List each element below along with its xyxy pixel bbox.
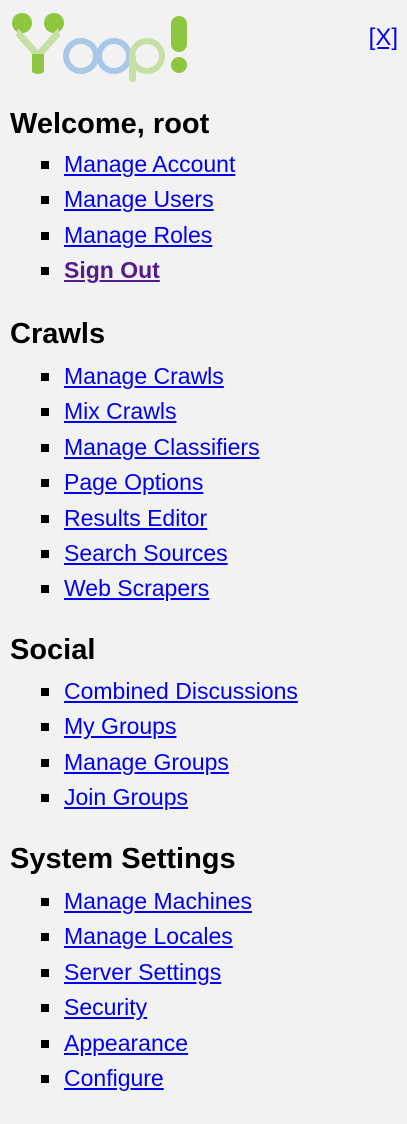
menu-item: Results Editor xyxy=(0,501,260,536)
bullet-icon xyxy=(41,1004,49,1013)
server-settings-link[interactable]: Server Settings xyxy=(64,959,221,985)
sign-out-link[interactable]: Sign Out xyxy=(64,257,160,283)
bullet-icon xyxy=(41,549,49,558)
manage-classifiers-link[interactable]: Manage Classifiers xyxy=(64,434,260,460)
search-sources-link[interactable]: Search Sources xyxy=(64,540,228,566)
menu-item: Mix Crawls xyxy=(0,394,260,429)
join-groups-link[interactable]: Join Groups xyxy=(64,784,188,810)
crawls-menu-list: Manage Crawls Mix Crawls Manage Classifi… xyxy=(0,359,260,607)
security-link[interactable]: Security xyxy=(64,994,147,1020)
bullet-icon xyxy=(41,408,49,417)
manage-groups-link[interactable]: Manage Groups xyxy=(64,749,229,775)
menu-item: Manage Groups xyxy=(0,745,298,780)
bullet-icon xyxy=(41,688,49,696)
admin-menu-panel: [X] Welcome, root Manage Account Manage … xyxy=(0,0,407,1124)
menu-item: Manage Locales xyxy=(0,919,252,954)
section-heading-social: Social xyxy=(10,634,96,666)
manage-locales-link[interactable]: Manage Locales xyxy=(64,923,233,949)
menu-item: Page Options xyxy=(0,465,260,500)
section-heading-crawls: Crawls xyxy=(10,318,106,350)
bullet-icon xyxy=(41,1039,49,1048)
section-heading-welcome: Welcome, root xyxy=(10,108,210,140)
section-heading-system-settings: System Settings xyxy=(10,843,236,875)
menu-item: Manage Roles xyxy=(0,218,235,253)
bullet-icon xyxy=(41,373,49,381)
combined-discussions-link[interactable]: Combined Discussions xyxy=(64,678,298,704)
bullet-icon xyxy=(41,443,49,452)
bullet-icon xyxy=(41,161,49,169)
menu-item: Configure xyxy=(0,1061,252,1096)
menu-item: Server Settings xyxy=(0,955,252,990)
my-groups-link[interactable]: My Groups xyxy=(64,713,176,739)
menu-item: Manage Classifiers xyxy=(0,430,260,465)
bullet-icon xyxy=(41,933,49,942)
mix-crawls-link[interactable]: Mix Crawls xyxy=(64,398,176,424)
menu-item: Manage Machines xyxy=(0,884,252,919)
menu-item: Search Sources xyxy=(0,536,260,571)
bullet-icon xyxy=(41,758,49,767)
menu-item: Manage Users xyxy=(0,182,235,217)
web-scrapers-link[interactable]: Web Scrapers xyxy=(64,575,209,601)
menu-item: Sign Out xyxy=(0,253,235,288)
menu-item: My Groups xyxy=(0,709,298,744)
menu-item: Join Groups xyxy=(0,780,298,815)
system-settings-menu-list: Manage Machines Manage Locales Server Se… xyxy=(0,884,252,1096)
bullet-icon xyxy=(41,723,49,732)
bullet-icon xyxy=(41,267,49,276)
social-menu-list: Combined Discussions My Groups Manage Gr… xyxy=(0,674,298,816)
bullet-icon xyxy=(41,968,49,977)
menu-item: Manage Account xyxy=(0,147,235,182)
bullet-icon xyxy=(41,479,49,488)
bullet-icon xyxy=(41,196,49,205)
bullet-icon xyxy=(41,898,49,906)
menu-item: Web Scrapers xyxy=(0,571,260,606)
account-menu-list: Manage Account Manage Users Manage Roles… xyxy=(0,147,235,289)
results-editor-link[interactable]: Results Editor xyxy=(64,505,207,531)
page-options-link[interactable]: Page Options xyxy=(64,469,203,495)
bullet-icon xyxy=(41,585,49,594)
bullet-icon xyxy=(41,1074,49,1083)
manage-machines-link[interactable]: Manage Machines xyxy=(64,888,252,914)
manage-account-link[interactable]: Manage Account xyxy=(64,151,235,177)
menu-item: Appearance xyxy=(0,1026,252,1061)
close-menu-link[interactable]: [X] xyxy=(369,24,398,52)
menu-item: Combined Discussions xyxy=(0,674,298,709)
yioop-logo[interactable] xyxy=(8,10,198,82)
bullet-icon xyxy=(41,514,49,523)
manage-roles-link[interactable]: Manage Roles xyxy=(64,222,212,248)
configure-link[interactable]: Configure xyxy=(64,1065,164,1091)
menu-item: Security xyxy=(0,990,252,1025)
manage-users-link[interactable]: Manage Users xyxy=(64,186,214,212)
bullet-icon xyxy=(41,231,49,240)
bullet-icon xyxy=(41,794,49,803)
menu-item: Manage Crawls xyxy=(0,359,260,394)
manage-crawls-link[interactable]: Manage Crawls xyxy=(64,363,224,389)
appearance-link[interactable]: Appearance xyxy=(64,1030,188,1056)
